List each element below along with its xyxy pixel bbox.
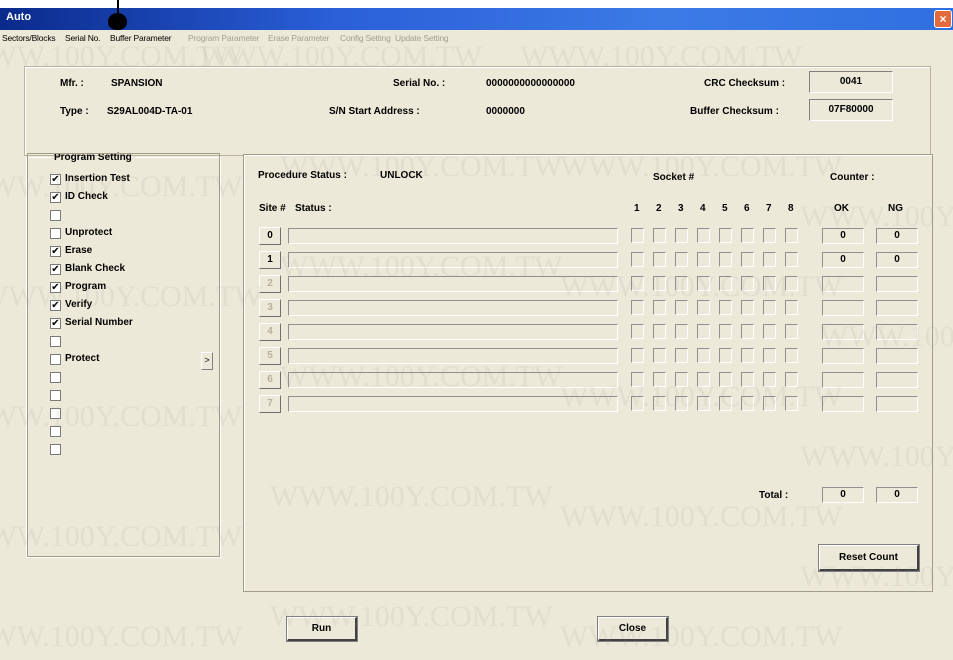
watermark-text: WWW.100Y.COM.TW [560,380,843,413]
watermark-text: WWW.100Y.COM.TW [560,270,843,303]
watermark-text: WWW.100Y.COM.TW [0,40,243,73]
watermark-text: WWW.100Y.COM.TW [520,40,803,73]
watermark-text: WWW.100Y.COM.TW [800,440,953,473]
watermark-text: WWW.100Y.COM.TW [280,250,563,283]
watermark-text: WWW.100Y.COM.TW [270,480,553,513]
watermark-text: WWW.100Y.COM.TW [0,400,243,433]
watermark-text: WWW.100Y.COM.TW [200,40,483,73]
watermark-text: WWW.100Y.COM.TW [560,620,843,653]
watermark-layer: WWW.100Y.COM.TWWWW.100Y.COM.TWWWW.100Y.C… [0,0,953,660]
watermark-text: WWW.100Y.COM.TW [280,360,563,393]
watermark-text: WWW.100Y.COM.TW [0,280,263,313]
watermark-text: WWW.100Y.COM.TW [0,170,243,203]
watermark-text: WWW.100Y.COM.TW [280,150,563,183]
watermark-text: WWW.100Y.COM.TW [0,620,243,653]
watermark-text: WWW.100Y.COM.TW [820,320,953,353]
watermark-text: WWW.100Y.COM.TW [560,500,843,533]
watermark-text: WWW.100Y.COM.TW [560,150,843,183]
watermark-text: WWW.100Y.COM.TW [800,560,953,593]
watermark-text: WWW.100Y.COM.TW [270,600,553,633]
watermark-text: WWW.100Y.COM.TW [800,200,953,233]
watermark-text: WWW.100Y.COM.TW [0,520,243,553]
